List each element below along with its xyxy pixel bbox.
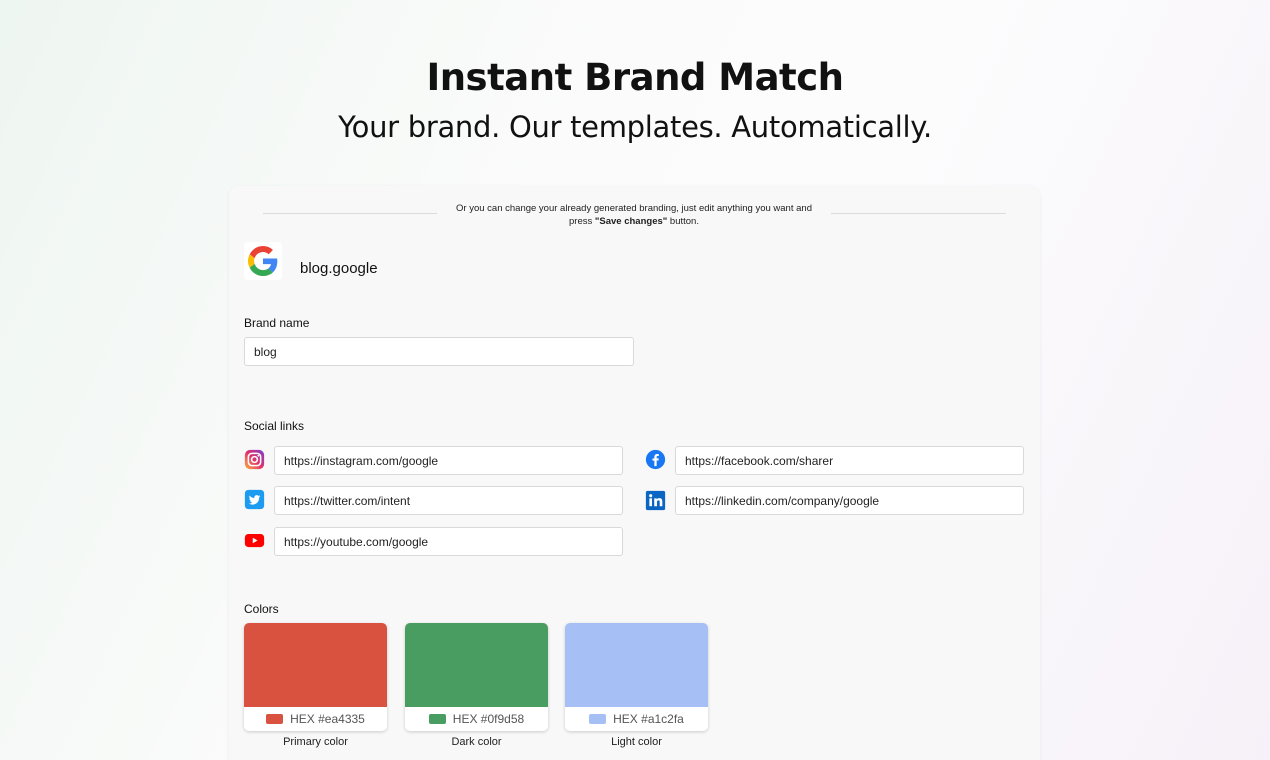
primary-color-dot: [266, 714, 284, 724]
dark-color-dot: [428, 714, 446, 724]
primary-color-hex[interactable]: HEX #ea4335: [244, 707, 387, 731]
brand-name-input[interactable]: blog: [244, 337, 634, 366]
hero-subtitle: Your brand. Our templates. Automatically…: [338, 110, 932, 144]
primary-color-swatch[interactable]: HEX #ea4335: [244, 623, 387, 731]
twitter-icon: [244, 489, 265, 510]
light-color-preview: [565, 623, 708, 707]
light-color-name: Light color: [611, 736, 662, 748]
branding-card: Or you can change your already generated…: [229, 186, 1040, 760]
light-color-swatch[interactable]: HEX #a1c2fa: [565, 623, 708, 731]
brand-logo: [244, 242, 282, 280]
edit-notice: Or you can change your already generated…: [444, 202, 824, 228]
instagram-url-input[interactable]: https://instagram.com/google: [274, 446, 623, 475]
primary-color-name: Primary color: [283, 736, 348, 748]
light-color-hex-label: HEX #a1c2fa: [613, 712, 684, 726]
light-color-dot: [589, 714, 607, 724]
divider-right: [831, 213, 1006, 214]
facebook-icon: [645, 449, 666, 470]
linkedin-url-input[interactable]: https://linkedin.com/company/google: [675, 486, 1024, 515]
youtube-url-input[interactable]: https://youtube.com/google: [274, 527, 623, 556]
dark-color-hex-label: HEX #0f9d58: [452, 712, 525, 726]
light-color-hex[interactable]: HEX #a1c2fa: [565, 707, 708, 731]
colors-label: Colors: [244, 602, 279, 616]
dark-color-swatch[interactable]: HEX #0f9d58: [405, 623, 548, 731]
notice-bold: "Save changes": [594, 216, 668, 227]
primary-color-preview: [244, 623, 387, 707]
notice-text-end: button.: [667, 216, 699, 227]
twitter-url-input[interactable]: https://twitter.com/intent: [274, 486, 623, 515]
linkedin-icon: [645, 490, 666, 511]
dark-color-hex[interactable]: HEX #0f9d58: [405, 707, 548, 731]
youtube-icon: [244, 530, 265, 551]
brand-name-label: Brand name: [244, 316, 310, 330]
google-g-logo-icon: [248, 246, 278, 276]
dark-color-preview: [405, 623, 548, 707]
primary-color-hex-label: HEX #ea4335: [290, 712, 365, 726]
divider-left: [263, 213, 437, 214]
brand-domain: blog.google: [300, 260, 378, 277]
dark-color-name: Dark color: [451, 736, 502, 748]
facebook-url-input[interactable]: https://facebook.com/sharer: [675, 446, 1024, 475]
instagram-icon: [244, 449, 265, 470]
hero-title: Instant Brand Match: [426, 56, 844, 99]
social-links-label: Social links: [244, 419, 305, 433]
